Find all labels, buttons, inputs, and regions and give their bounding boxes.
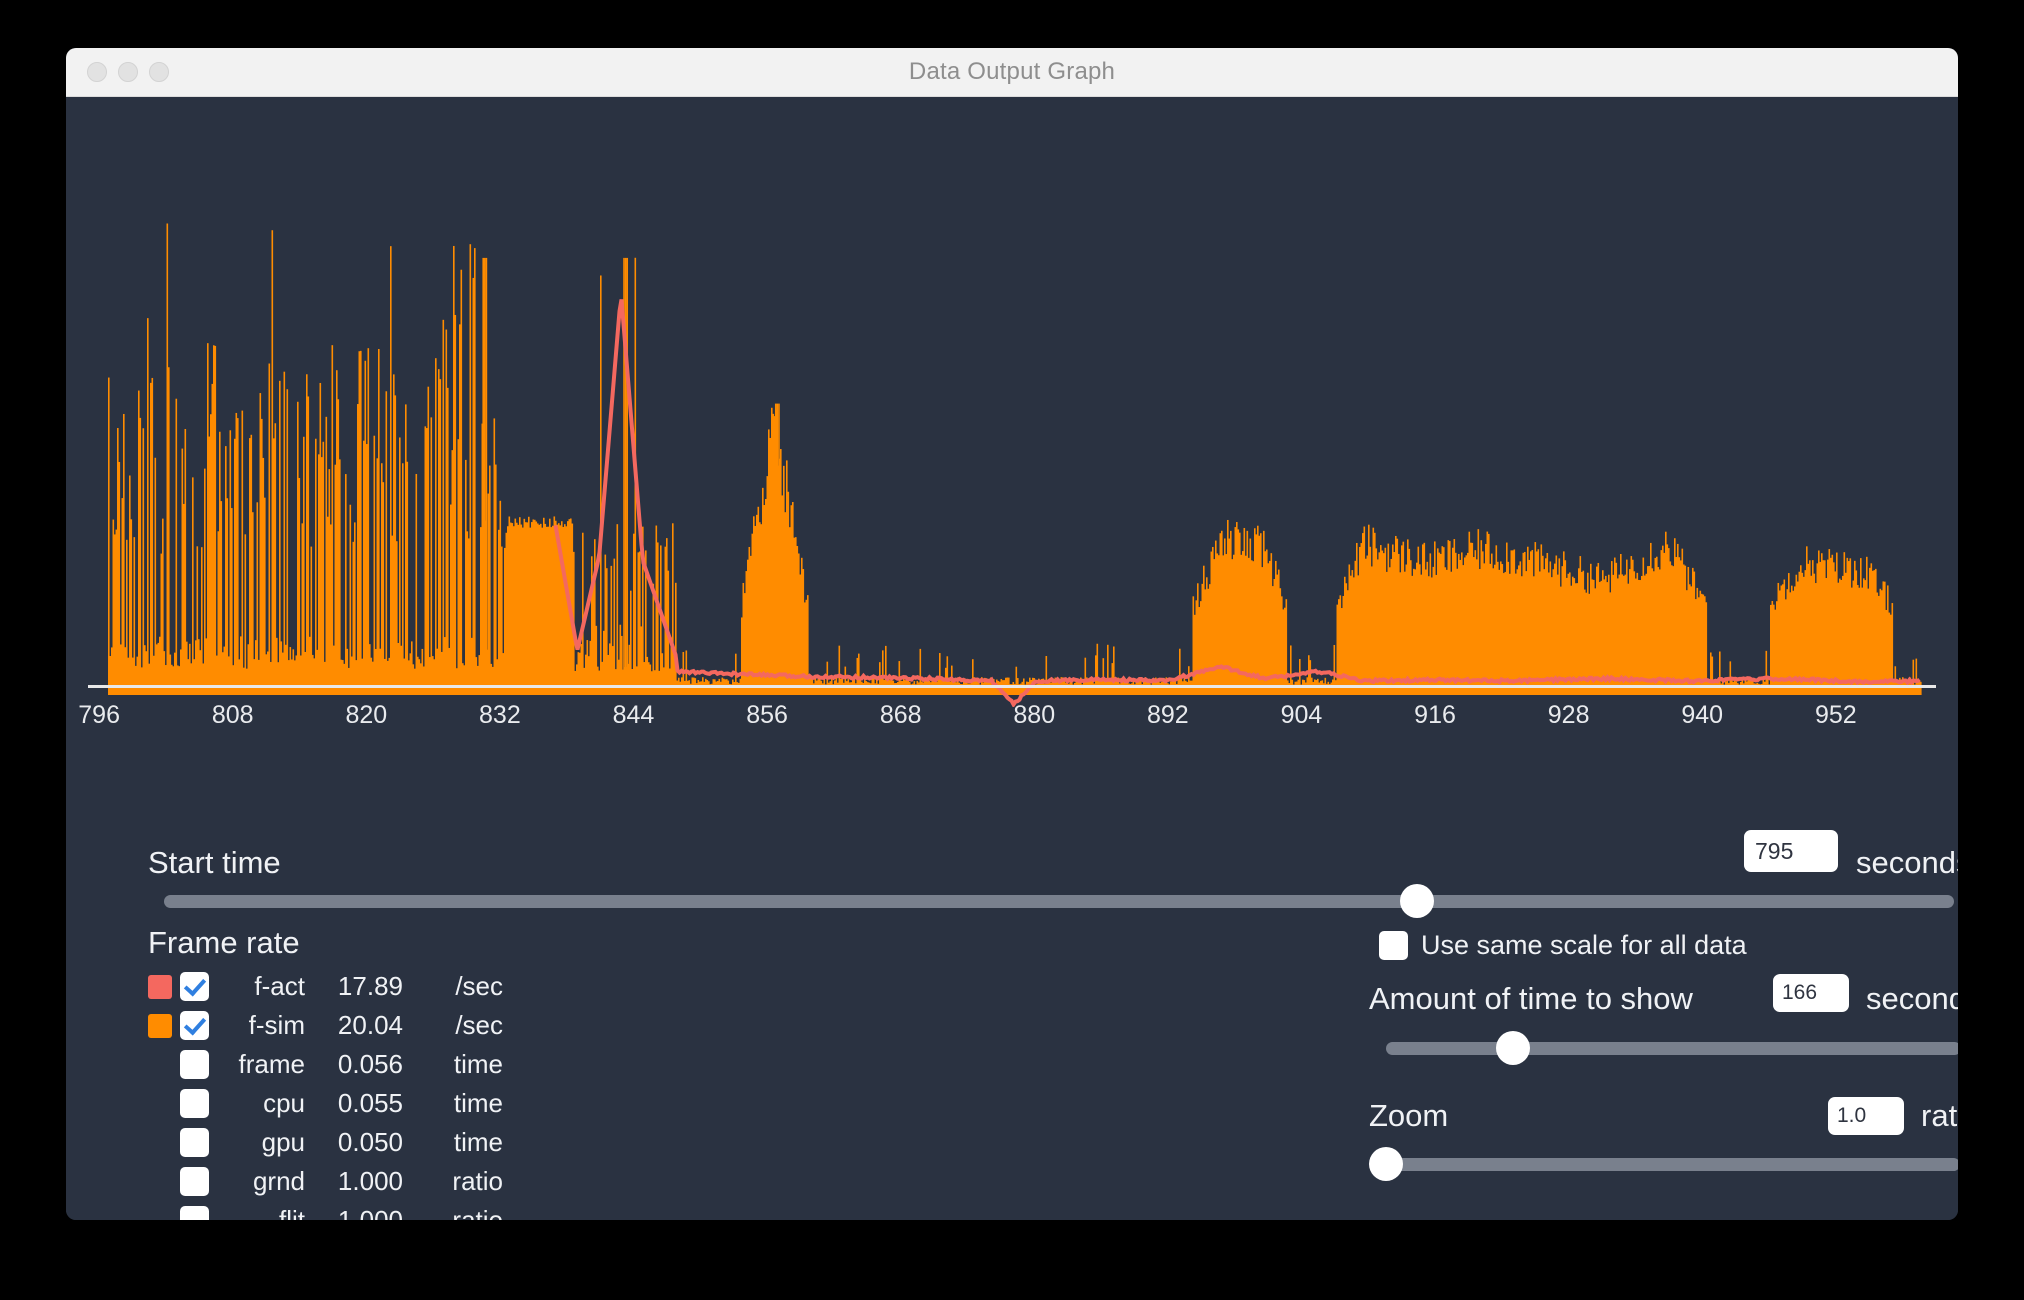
use-same-scale-checkbox[interactable] [1379,931,1408,960]
series-f-sim [108,223,1922,695]
x-tick-label: 856 [746,701,788,729]
legend-title: Frame rate [148,925,300,960]
x-tick-label: 916 [1414,701,1456,729]
zoom-unit: ratio [1921,1098,1958,1133]
zoom-label: Zoom [1369,1098,1449,1133]
legend-series-value: 1.000 [337,1205,403,1220]
legend-row[interactable]: flit 1.000 ratio [148,1201,503,1220]
amount-of-time-input[interactable]: 166 [1773,974,1849,1012]
x-tick-label: 808 [211,701,254,729]
slider-track[interactable] [1380,1158,1958,1171]
x-tick-label: 904 [1280,701,1323,729]
legend-rows: f-act 17.89/sec f-sim 20.04/sec frame 0.056 ti… [148,967,503,1220]
use-same-scale-label: Use same scale for all data [1421,930,1747,960]
x-tick-label: 820 [345,701,388,729]
x-tick-label: 844 [612,701,655,729]
legend-row[interactable]: gpu 0.050 time [148,1123,503,1162]
legend-color-swatch [148,1209,172,1221]
legend-series-value: 0.056 [337,1049,403,1079]
legend-color-swatch [148,1053,172,1077]
legend-checkbox[interactable] [180,1128,209,1157]
x-axis-line [88,685,1936,688]
slider-thumb[interactable] [1495,1031,1530,1065]
start-time-slider[interactable] [164,884,1954,918]
start-time-label: Start time [148,845,281,880]
legend-color-swatch [148,974,172,999]
x-tick-label: 796 [78,701,120,729]
legend-series-unit: /sec [455,971,503,1001]
amount-of-time-label: Amount of time to show [1369,981,1693,1016]
legend-row[interactable]: frame 0.056 time [148,1045,503,1084]
x-tick-label: 892 [1146,701,1189,729]
legend-series-value: 17.89 [337,971,403,1001]
legend-series-unit: time [453,1088,503,1118]
window-body: 796 808 820 832 844 856 868 880 892 904 916 928 940 9… [66,97,1958,1220]
legend-panel: Frame rate f-act 17.89/sec f-sim 20.04/sec f… [148,925,503,1220]
amount-of-time-value: 166 [1782,981,1818,1004]
amount-of-time-slider[interactable] [1386,1031,1958,1065]
legend-row[interactable]: f-act 17.89/sec [148,967,503,1006]
zoom-input[interactable]: 1.0 [1828,1097,1904,1135]
x-tick-label: 880 [1013,701,1056,729]
zoom-value: 1.0 [1837,1104,1867,1127]
graph-plot[interactable] [86,107,1938,707]
x-tick-label: 868 [879,701,922,729]
legend-series-name: cpu [263,1088,305,1118]
slider-track[interactable] [1386,1042,1958,1055]
legend-checkbox[interactable] [180,1167,209,1196]
legend-checkbox[interactable] [180,1089,209,1118]
x-tick-label: 832 [479,701,521,729]
zoom-slider[interactable] [1368,1147,1958,1181]
start-time-unit: seconds [1856,845,1958,880]
start-time-input[interactable]: 795 [1744,830,1838,872]
legend-series-value: 1.000 [337,1166,403,1196]
graph-svg [108,223,1922,707]
legend-series-value: 0.055 [337,1088,403,1118]
legend-checkbox[interactable] [180,1206,209,1220]
legend-series-value: 0.050 [337,1127,403,1157]
legend-series-unit: /sec [455,1010,503,1040]
slider-thumb[interactable] [1400,884,1434,918]
legend-series-name: frame [238,1049,305,1079]
legend-color-swatch [148,1013,172,1038]
slider-track[interactable] [164,895,1954,908]
amount-of-time-unit: seconds [1866,981,1958,1016]
x-tick-label: 928 [1547,701,1590,729]
legend-series-name: grnd [252,1166,305,1196]
legend-row[interactable]: cpu 0.055 time [148,1084,503,1123]
x-axis-ticks: 796 808 820 832 844 856 868 880 892 904 916 928 940 9… [78,701,1936,741]
x-tick-label: 940 [1681,701,1724,729]
legend-color-swatch [148,1131,172,1155]
legend-series-unit: ratio [452,1166,503,1196]
legend-series-name: f-sim [248,1010,305,1040]
legend-series-value: 20.04 [337,1010,403,1040]
legend-row[interactable]: f-sim 20.04/sec [148,1006,503,1045]
legend-series-unit: ratio [452,1205,503,1220]
start-time-value: 795 [1755,837,1794,864]
app-window: Data Output Graph 796 808 820 832 844 856 868 8… [66,48,1958,1220]
legend-color-swatch [148,1170,172,1194]
legend-checkbox[interactable] [180,1050,209,1079]
legend-checkbox[interactable] [180,972,209,1001]
window-title: Data Output Graph [908,58,1116,85]
legend-series-unit: time [453,1127,503,1157]
legend-series-name: gpu [261,1127,305,1157]
x-tick-label: 952 [1814,701,1857,729]
legend-series-unit: time [453,1049,503,1079]
legend-series-name: f-act [254,971,305,1001]
window-titlebar: Data Output Graph [66,48,1958,97]
legend-checkbox[interactable] [180,1011,209,1040]
legend-color-swatch [148,1092,172,1116]
slider-thumb[interactable] [1368,1147,1403,1181]
use-same-scale-row[interactable]: Use same scale for all data [1379,930,1747,961]
legend-series-name: flit [279,1205,305,1220]
legend-row[interactable]: grnd 1.000 ratio [148,1162,503,1201]
